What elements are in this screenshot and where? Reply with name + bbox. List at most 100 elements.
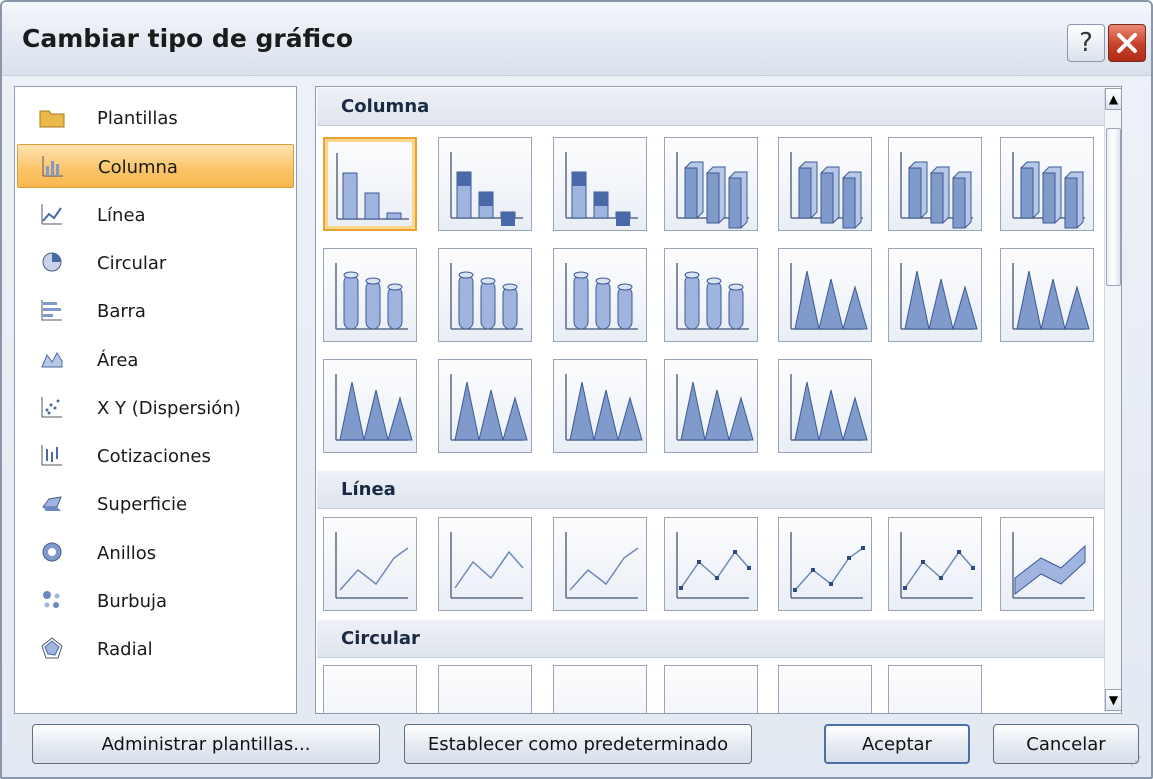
pie-chart-type-4-icon	[665, 666, 759, 714]
pie-chart-type-2[interactable]	[438, 665, 533, 714]
change-chart-type-dialog: Cambiar tipo de gráfico ? Plantillas Colu…	[0, 0, 1153, 779]
pie-chart-type-6-icon	[889, 666, 983, 714]
column-chart-type-12-icon	[790, 263, 868, 330]
line-chart-type-7[interactable]	[1000, 517, 1094, 611]
category-label: Radial	[97, 639, 153, 661]
category-item-6[interactable]: X Y (Dispersión)	[17, 386, 294, 430]
line-chart-type-6[interactable]	[888, 517, 982, 611]
column-chart-type-7[interactable]	[1000, 137, 1094, 231]
column-chart-icon	[40, 153, 66, 179]
column-chart-type-4[interactable]	[664, 137, 758, 231]
column-chart-type-17[interactable]	[553, 359, 647, 453]
column-chart-type-11[interactable]	[664, 248, 758, 342]
set-as-default-button[interactable]: Establecer como predeterminado	[404, 724, 752, 764]
resize-grip-icon[interactable]: ⋰	[1130, 754, 1150, 776]
dialog-title: Cambiar tipo de gráfico	[22, 24, 354, 53]
section-header-circular: Circular	[317, 620, 1104, 658]
category-label: Cotizaciones	[97, 446, 211, 468]
column-chart-type-2-icon	[450, 152, 523, 226]
column-chart-type-11-icon	[676, 263, 749, 330]
pie-chart-type-2-icon	[439, 666, 533, 714]
column-chart-type-5[interactable]	[778, 137, 872, 231]
chart-category-list: Plantillas Columna Línea Circular Barra Área X…	[14, 86, 297, 714]
category-label: Línea	[97, 204, 146, 226]
scroll-up-button[interactable]: ▲	[1105, 88, 1121, 110]
column-chart-type-1[interactable]	[323, 137, 417, 231]
chart-type-gallery: Columna Línea Circular ▲ ▼	[315, 86, 1122, 714]
line-chart-type-2[interactable]	[438, 517, 532, 611]
pie-chart-icon	[39, 249, 65, 275]
close-button[interactable]	[1108, 24, 1146, 62]
column-chart-type-16[interactable]	[438, 359, 532, 453]
category-label: Barra	[97, 301, 146, 323]
vertical-scrollbar[interactable]: ▲ ▼	[1104, 88, 1121, 712]
line-chart-type-1[interactable]	[323, 517, 417, 611]
accept-button[interactable]: Aceptar	[824, 724, 970, 764]
pie-chart-type-5[interactable]	[778, 665, 873, 714]
column-chart-type-12[interactable]	[778, 248, 872, 342]
column-chart-type-13-icon	[900, 263, 978, 330]
chevron-up-icon: ▲	[1108, 92, 1119, 106]
category-item-10[interactable]: Burbuja	[17, 579, 294, 623]
category-item-8[interactable]: Superficie	[17, 482, 294, 526]
column-chart-type-14-icon	[1012, 263, 1090, 330]
line-chart-type-4[interactable]	[664, 517, 758, 611]
column-chart-type-5-icon	[790, 152, 863, 229]
category-item-5[interactable]: Área	[17, 338, 294, 382]
scroll-thumb[interactable]	[1106, 128, 1121, 286]
category-item-4[interactable]: Barra	[17, 289, 294, 333]
column-chart-type-13[interactable]	[888, 248, 982, 342]
line-chart-type-5[interactable]	[778, 517, 872, 611]
title-bar: Cambiar tipo de gráfico ?	[2, 2, 1151, 76]
pie-chart-type-6[interactable]	[888, 665, 983, 714]
pie-chart-type-1[interactable]	[323, 665, 418, 714]
pie-chart-type-5-icon	[779, 666, 873, 714]
category-label: Área	[97, 349, 139, 371]
line-chart-type-4-icon	[676, 532, 751, 599]
column-chart-type-15[interactable]	[323, 359, 417, 453]
column-chart-type-4-icon	[676, 152, 749, 229]
column-chart-type-15-icon	[335, 374, 413, 441]
folder-icon	[39, 104, 65, 130]
surface-chart-icon	[39, 490, 65, 516]
category-label: Plantillas	[97, 108, 178, 129]
scroll-down-button[interactable]: ▼	[1105, 689, 1121, 711]
pie-chart-type-1-icon	[324, 666, 418, 714]
column-chart-type-16-icon	[450, 374, 528, 441]
doughnut-chart-icon	[39, 539, 65, 565]
column-chart-type-2[interactable]	[438, 137, 532, 231]
column-chart-type-6[interactable]	[888, 137, 982, 231]
category-item-2[interactable]: Línea	[17, 193, 294, 237]
column-chart-type-19-icon	[790, 374, 868, 441]
category-item-3[interactable]: Circular	[17, 241, 294, 285]
stock-chart-icon	[39, 442, 65, 468]
category-item-0[interactable]: Plantillas	[17, 96, 294, 140]
help-button[interactable]: ?	[1067, 24, 1105, 62]
category-item-9[interactable]: Anillos	[17, 531, 294, 575]
column-chart-type-18[interactable]	[664, 359, 758, 453]
column-chart-type-8-icon	[335, 263, 408, 330]
category-item-1[interactable]: Columna	[17, 144, 294, 189]
column-chart-type-7-icon	[1012, 152, 1085, 229]
line-chart-type-3[interactable]	[553, 517, 647, 611]
section-header-columna: Columna	[317, 88, 1104, 126]
pie-chart-type-3[interactable]	[553, 665, 647, 713]
section-header-linea: Línea	[317, 471, 1104, 509]
pie-chart-type-4[interactable]	[664, 665, 759, 714]
manage-templates-button[interactable]: Administrar plantillas...	[32, 724, 380, 764]
column-chart-type-14[interactable]	[1000, 248, 1094, 342]
column-chart-type-10[interactable]	[553, 248, 647, 342]
category-label: Anillos	[97, 542, 157, 564]
cancel-button[interactable]: Cancelar	[993, 724, 1139, 764]
column-chart-type-9-icon	[450, 263, 523, 330]
category-item-7[interactable]: Cotizaciones	[17, 434, 294, 478]
line-chart-type-7-icon	[1012, 532, 1086, 599]
column-chart-type-19[interactable]	[778, 359, 872, 453]
column-chart-type-3[interactable]	[553, 137, 647, 231]
column-chart-type-18-icon	[676, 374, 754, 441]
scatter-chart-icon	[39, 394, 65, 420]
category-label: Columna	[98, 157, 178, 179]
category-item-11[interactable]: Radial	[17, 627, 294, 671]
column-chart-type-8[interactable]	[323, 248, 417, 342]
column-chart-type-9[interactable]	[438, 248, 532, 342]
